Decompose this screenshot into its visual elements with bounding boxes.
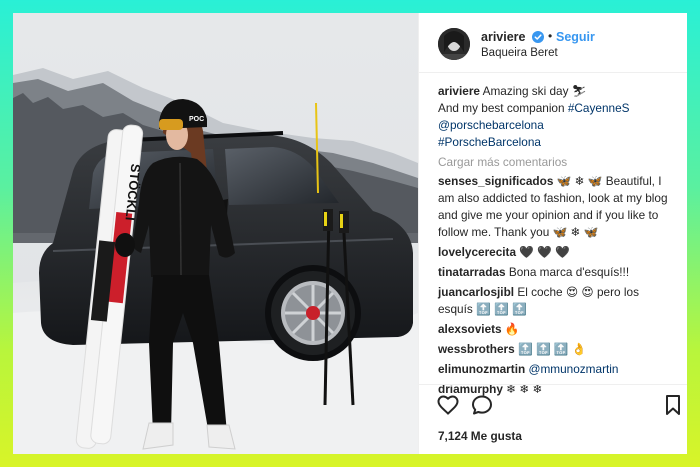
bookmark-icon[interactable] — [661, 393, 685, 417]
svg-text:POC: POC — [189, 116, 204, 123]
avatar-image — [438, 28, 470, 60]
location-link[interactable]: Baqueira Beret — [481, 47, 558, 59]
load-more-comments[interactable]: Cargar más comentarios — [438, 154, 674, 171]
instagram-post-card: STÖCKLI POC ariviere • Seguir Baqueira B… — [13, 13, 687, 454]
comment-item: juancarlosjibl El coche 😍 😍 pero los esq… — [438, 284, 674, 318]
separator-dot: • — [548, 29, 553, 43]
avatar[interactable] — [438, 28, 470, 60]
header-username[interactable]: ariviere — [481, 30, 525, 44]
comment-username[interactable]: juancarlosjibl — [438, 285, 514, 299]
comment-text: 🔝 🔝 🔝 👌 — [514, 342, 587, 356]
caption: ariviere Amazing ski day ⛷ And my best c… — [438, 83, 674, 151]
hashtag-link[interactable]: #PorscheBarcelona — [438, 134, 674, 151]
comment-username[interactable]: wessbrothers — [438, 342, 515, 356]
caption-text-2: And my best companion — [438, 101, 568, 115]
caption-username[interactable]: ariviere — [438, 84, 480, 98]
comment-item: senses_significados 🦋 ❄ 🦋 Beautiful, I a… — [438, 173, 674, 241]
follow-button[interactable]: Seguir — [556, 30, 595, 44]
comments-list: ariviere Amazing ski day ⛷ And my best c… — [438, 83, 674, 398]
post-side-panel: ariviere • Seguir Baqueira Beret arivier… — [418, 13, 687, 454]
comment-item: wessbrothers 🔝 🔝 🔝 👌 — [438, 341, 674, 358]
comment-item: lovelycerecita 🖤 🖤 🖤 — [438, 244, 674, 261]
mention-link[interactable]: @porschebarcelona — [438, 117, 674, 134]
comment-username[interactable]: lovelycerecita — [438, 245, 516, 259]
verified-badge-icon — [532, 31, 544, 43]
heart-icon[interactable] — [436, 393, 460, 417]
photo-illustration: STÖCKLI POC — [13, 13, 418, 454]
likes-count[interactable]: 7,124 Me gusta — [438, 429, 522, 443]
comment-username[interactable]: tinatarradas — [438, 265, 506, 279]
mention-link[interactable]: @mmunozmartin — [525, 362, 618, 376]
post-header: ariviere • Seguir Baqueira Beret — [419, 13, 687, 73]
comment-text: 🖤 🖤 🖤 — [516, 245, 570, 259]
comment-username[interactable]: elimunozmartin — [438, 362, 525, 376]
comment-icon[interactable] — [470, 393, 494, 417]
comment-username[interactable]: alexsoviets — [438, 322, 502, 336]
comment-text: Bona marca d'esquís!!! — [505, 265, 630, 279]
hashtag-link[interactable]: #CayenneS — [568, 101, 630, 115]
post-photo[interactable]: STÖCKLI POC — [13, 13, 418, 454]
comment-item: alexsoviets 🔥 — [438, 321, 674, 338]
comment-text: 🔥 — [501, 322, 520, 336]
comment-item: tinatarradas Bona marca d'esquís!!! — [438, 264, 674, 281]
actions-bar: 7,124 Me gusta — [419, 384, 687, 454]
comment-item: elimunozmartin @mmunozmartin — [438, 361, 674, 378]
comment-username[interactable]: senses_significados — [438, 174, 553, 188]
caption-text: Amazing ski day ⛷ — [479, 84, 587, 98]
